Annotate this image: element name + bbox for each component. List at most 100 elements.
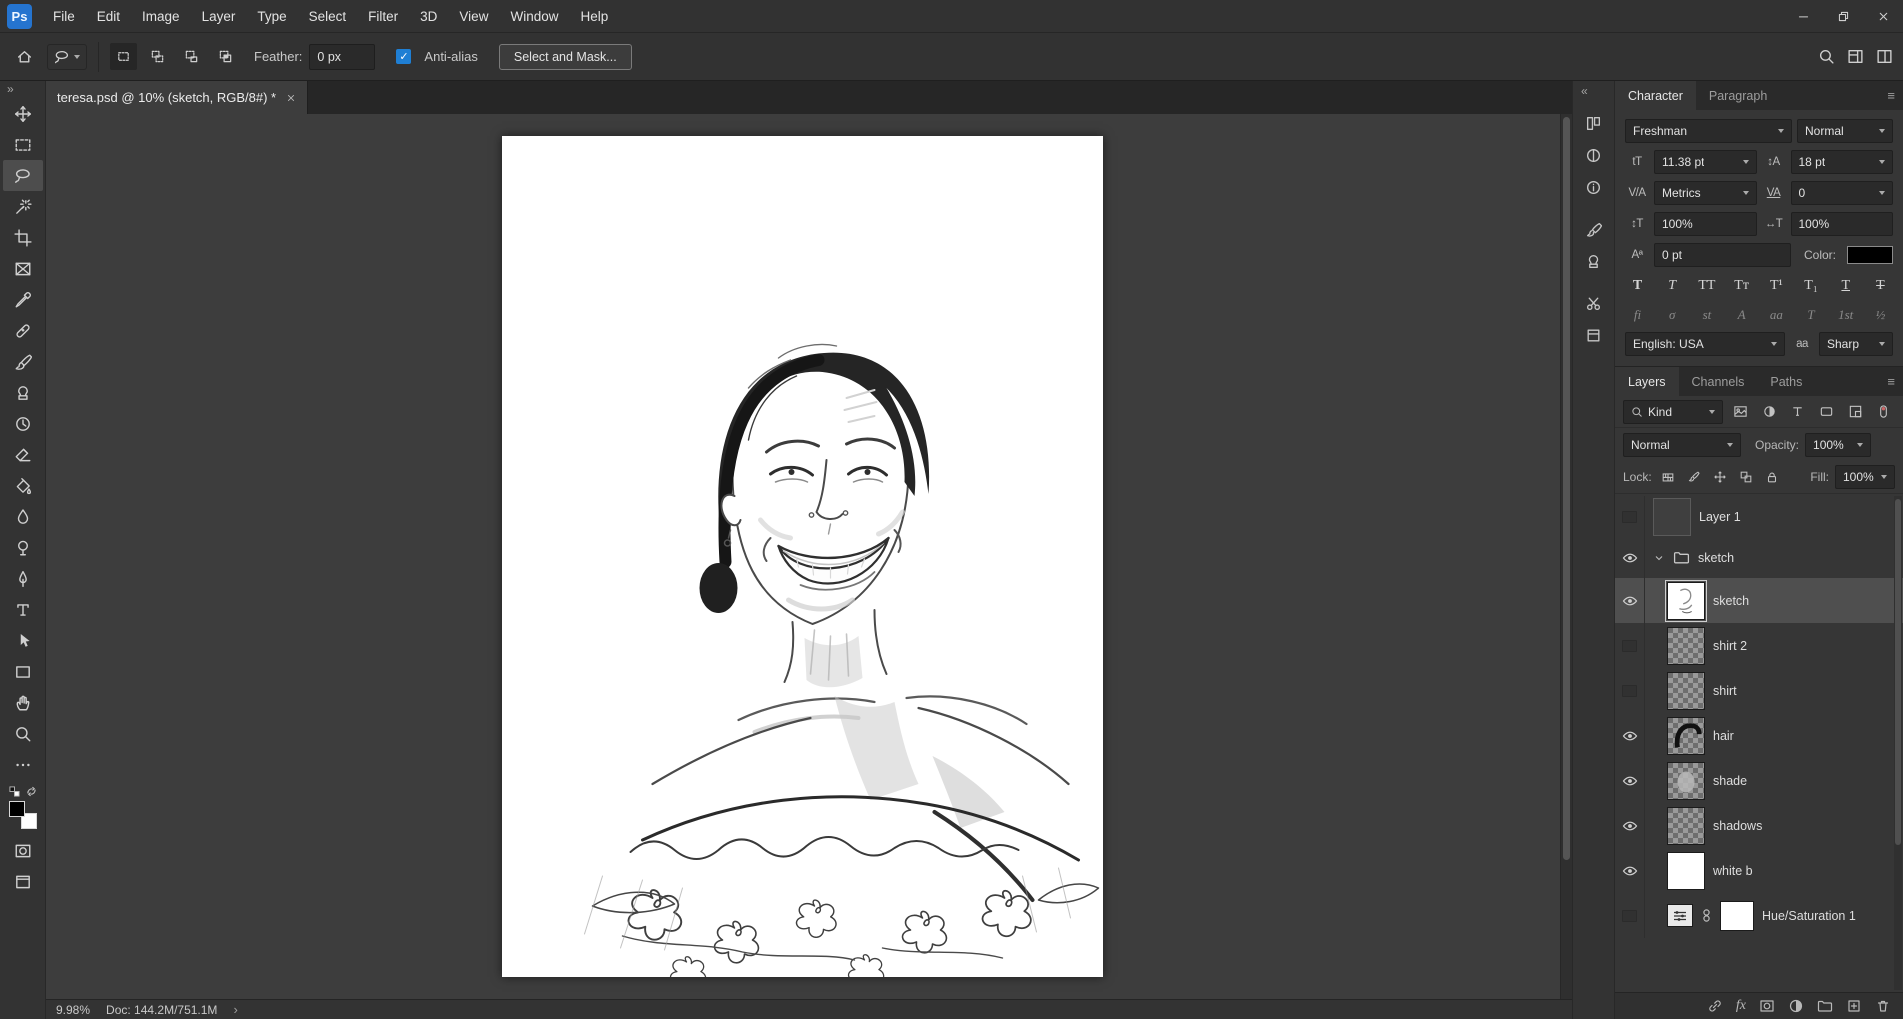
text-color-swatch[interactable] [1847, 246, 1893, 264]
menu-help[interactable]: Help [569, 0, 619, 33]
tab-paragraph[interactable]: Paragraph [1696, 81, 1780, 110]
history-brush-tool[interactable] [3, 408, 43, 439]
layer-row-hue-saturation[interactable]: Hue/Saturation 1 [1615, 893, 1903, 938]
restore-button[interactable] [1823, 0, 1863, 32]
close-button[interactable] [1863, 0, 1903, 32]
underline-button[interactable]: T [1833, 274, 1858, 297]
clone-stamp-tool[interactable] [3, 377, 43, 408]
group-expand-chevron-icon[interactable] [1653, 552, 1665, 564]
type-layer-filter-icon[interactable] [1787, 401, 1810, 422]
visibility-toggle[interactable] [1615, 848, 1645, 893]
new-selection-mode-button[interactable] [110, 43, 137, 70]
horizontal-type-tool[interactable] [3, 594, 43, 625]
layer-row-hair[interactable]: hair [1615, 713, 1903, 758]
kerning-select[interactable]: Metrics [1654, 181, 1757, 205]
quick-mask-button[interactable] [3, 835, 43, 866]
edit-toolbar-icon[interactable] [3, 749, 43, 780]
strikethrough-button[interactable]: T [1868, 274, 1893, 297]
layer-thumbnail[interactable] [1667, 672, 1705, 710]
tab-paths[interactable]: Paths [1757, 367, 1815, 396]
lasso-tool[interactable] [3, 160, 43, 191]
faux-bold-button[interactable]: T [1625, 274, 1650, 297]
small-caps-button[interactable]: Tᴛ [1729, 274, 1754, 297]
adjustment-layer-icon[interactable] [1667, 904, 1693, 927]
standard-ligatures-button[interactable]: fi [1625, 303, 1650, 326]
intersect-selection-m​ode-button[interactable] [212, 43, 239, 70]
canvas-vertical-scrollbar[interactable] [1560, 114, 1572, 999]
tab-character[interactable]: Character [1615, 81, 1696, 110]
canvas-pasteboard[interactable] [46, 114, 1572, 999]
add-to-selection-mode-button[interactable] [144, 43, 171, 70]
zoom-level-field[interactable]: 9.98% [56, 1003, 90, 1017]
dodge-tool[interactable] [3, 532, 43, 563]
move-tool[interactable] [3, 98, 43, 129]
scrollbar-thumb[interactable] [1895, 499, 1901, 845]
default-colors-icon[interactable] [9, 786, 20, 797]
menu-file[interactable]: File [42, 0, 86, 33]
close-tab-icon[interactable] [286, 93, 296, 103]
adjustment-layer-filter-icon[interactable] [1758, 401, 1781, 422]
new-adjustment-layer-icon[interactable] [1788, 998, 1804, 1014]
menu-3d[interactable]: 3D [409, 0, 448, 33]
antialias-checkbox[interactable]: ✓ [396, 49, 411, 64]
tab-channels[interactable]: Channels [1679, 367, 1758, 396]
titling-alternates-button[interactable]: T [1799, 303, 1824, 326]
rectangle-tool[interactable] [3, 656, 43, 687]
scrollbar-thumb[interactable] [1563, 117, 1570, 860]
screen-mode-button[interactable] [3, 866, 43, 897]
antialias-select[interactable]: Sharp [1819, 332, 1893, 356]
path-selection-tool[interactable] [3, 625, 43, 656]
paint-bucket-tool[interactable] [3, 470, 43, 501]
libraries-panel-icon[interactable] [1577, 108, 1611, 138]
lock-position-icon[interactable] [1710, 467, 1730, 487]
discretionary-ligatures-button[interactable]: st [1694, 303, 1719, 326]
layer-thumbnail[interactable] [1667, 717, 1705, 755]
properties-panel-icon[interactable] [1577, 320, 1611, 350]
add-layer-mask-icon[interactable] [1759, 998, 1775, 1014]
contextual-alternates-button[interactable]: σ [1660, 303, 1685, 326]
visibility-toggle[interactable] [1615, 668, 1645, 713]
select-and-mask-button[interactable]: Select and Mask... [499, 44, 632, 70]
tracking-select[interactable]: 0 [1791, 181, 1894, 205]
layer-row-shirt[interactable]: shirt [1615, 668, 1903, 713]
tab-layers[interactable]: Layers [1615, 367, 1679, 396]
shape-layer-filter-icon[interactable] [1815, 401, 1838, 422]
superscript-button[interactable]: T¹ [1764, 274, 1789, 297]
expand-toolbar-icon[interactable]: » [0, 81, 21, 98]
lock-image-pixels-icon[interactable] [1684, 467, 1704, 487]
filter-kind-select[interactable]: Kind [1623, 400, 1723, 424]
layer-row-whiteb[interactable]: white b [1615, 848, 1903, 893]
menu-filter[interactable]: Filter [357, 0, 409, 33]
menu-view[interactable]: View [448, 0, 499, 33]
hand-tool[interactable] [3, 687, 43, 718]
layer-row-sketch[interactable]: sketch [1615, 578, 1903, 623]
menu-window[interactable]: Window [499, 0, 569, 33]
foreground-color-swatch[interactable] [9, 801, 25, 817]
snapshot-panel-icon[interactable] [1577, 288, 1611, 318]
lock-artboard-nesting-icon[interactable] [1736, 467, 1756, 487]
opacity-select[interactable]: 100% [1805, 433, 1871, 457]
workspace-switcher-icon[interactable] [1847, 48, 1864, 65]
spot-healing-brush-tool[interactable] [3, 315, 43, 346]
visibility-toggle[interactable] [1615, 758, 1645, 803]
menu-layer[interactable]: Layer [191, 0, 247, 33]
link-layers-icon[interactable] [1707, 998, 1723, 1014]
new-layer-icon[interactable] [1846, 998, 1862, 1014]
smart-object-filter-icon[interactable] [1844, 401, 1867, 422]
quick-selection-tool[interactable] [3, 191, 43, 222]
eyedropper-tool[interactable] [3, 284, 43, 315]
layer-row-shirt2[interactable]: shirt 2 [1615, 623, 1903, 668]
panel-menu-icon[interactable]: ≡ [1879, 81, 1903, 110]
home-icon[interactable] [8, 41, 40, 73]
brush-tool[interactable] [3, 346, 43, 377]
font-style-select[interactable]: Normal [1797, 119, 1893, 143]
pen-tool[interactable] [3, 563, 43, 594]
ordinals-button[interactable]: 1st [1833, 303, 1858, 326]
adjustments-panel-icon[interactable] [1577, 140, 1611, 170]
lock-all-icon[interactable] [1762, 467, 1782, 487]
visibility-toggle[interactable] [1615, 893, 1645, 938]
language-select[interactable]: English: USA [1625, 332, 1785, 356]
menu-image[interactable]: Image [131, 0, 191, 33]
panel-expand-icon[interactable] [1876, 48, 1893, 65]
visibility-toggle[interactable] [1615, 496, 1645, 537]
